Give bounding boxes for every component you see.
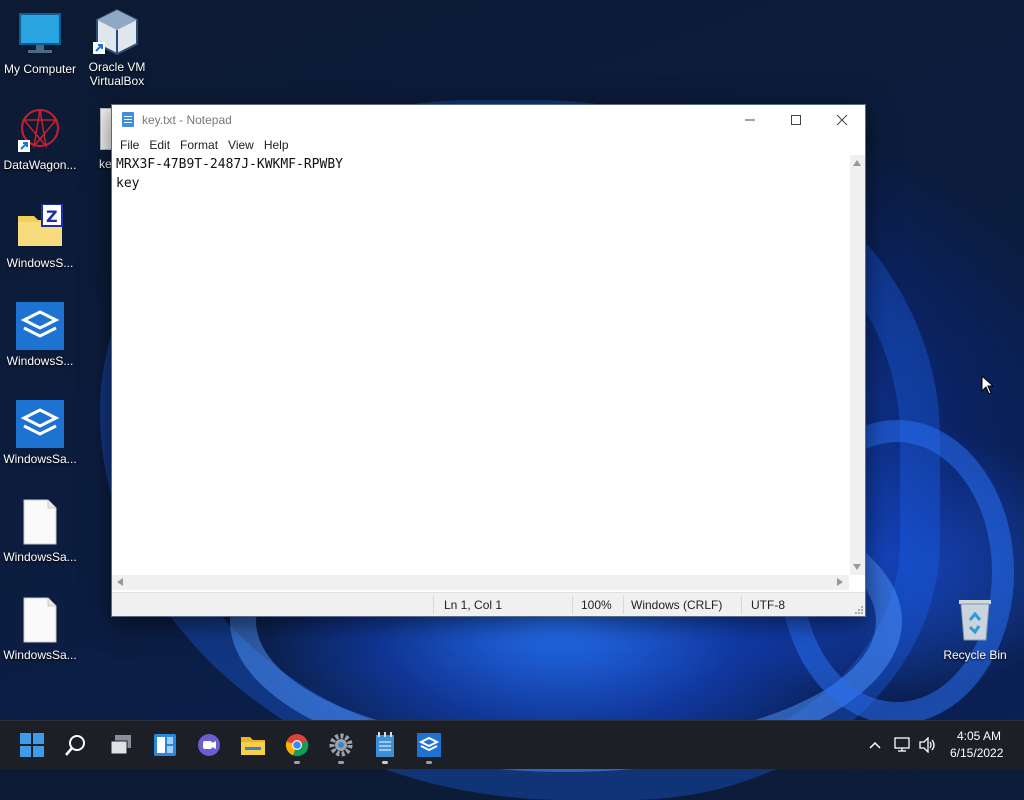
sandbox-taskbar-button[interactable]: [415, 731, 443, 759]
mouse-cursor-icon: [981, 375, 995, 395]
sandbox-icon: [16, 400, 64, 448]
close-button[interactable]: [819, 105, 865, 135]
vertical-scrollbar[interactable]: [850, 155, 865, 575]
file-icon: [16, 498, 64, 546]
scroll-up-icon[interactable]: [853, 160, 861, 166]
desktop-icon-hidden-label: ke: [99, 157, 112, 171]
svg-text:Z: Z: [46, 207, 58, 226]
network-icon[interactable]: [894, 737, 912, 753]
file-explorer-button[interactable]: [239, 731, 267, 759]
running-indicator: [382, 761, 388, 764]
maximize-icon: [791, 115, 801, 125]
desktop-icon-label: WindowsS...: [6, 354, 74, 368]
menu-bar: File Edit Format View Help: [112, 135, 865, 155]
virtualbox-icon: [93, 8, 141, 56]
resize-grip-icon[interactable]: [853, 604, 863, 614]
desktop-icon-label: DataWagon...: [3, 158, 77, 172]
status-divider: [623, 595, 624, 614]
minimize-icon: [745, 119, 755, 121]
desktop-icon-label: Oracle VM VirtualBox: [88, 60, 146, 88]
datawagon-icon: [16, 106, 64, 154]
task-view-button[interactable]: [107, 731, 135, 759]
status-bar: Ln 1, Col 1 100% Windows (CRLF) UTF-8: [112, 592, 865, 616]
desktop-icon-sandbox-2[interactable]: WindowsSa...: [0, 400, 80, 466]
scroll-left-icon[interactable]: [117, 578, 123, 586]
running-indicator: [426, 761, 432, 764]
widgets-button[interactable]: [151, 731, 179, 759]
menu-view[interactable]: View: [224, 138, 258, 152]
status-divider: [433, 595, 434, 614]
chat-icon: [198, 734, 220, 756]
scroll-down-icon[interactable]: [853, 564, 861, 570]
search-icon: [65, 735, 85, 756]
notepad-taskbar-button[interactable]: [371, 731, 399, 759]
search-button[interactable]: [62, 731, 90, 759]
title-bar[interactable]: key.txt - Notepad: [112, 105, 865, 135]
clock-date[interactable]: 6/15/2022: [950, 746, 1003, 760]
horizontal-scrollbar[interactable]: [112, 575, 849, 590]
sandbox-icon: [417, 733, 441, 757]
desktop-icon-my-computer[interactable]: My Computer: [0, 10, 80, 76]
file-explorer-icon: [241, 737, 265, 755]
desktop-icon-label: WindowsSa...: [3, 550, 77, 564]
text-editor[interactable]: MRX3F-47B9T-2487J-KWKMF-RPWBY key: [112, 155, 853, 575]
desktop-icon-datawagon[interactable]: DataWagon...: [0, 106, 80, 172]
minimize-button[interactable]: [727, 105, 773, 135]
file-icon: [16, 596, 64, 644]
notepad-icon: [122, 112, 134, 127]
desktop-icon-label: Recycle Bin: [943, 648, 1007, 662]
clock-time[interactable]: 4:05 AM: [957, 729, 1001, 743]
menu-help[interactable]: Help: [260, 138, 293, 152]
settings-button[interactable]: [327, 731, 355, 759]
start-button[interactable]: [18, 731, 46, 759]
zip-folder-icon: Z: [16, 203, 64, 252]
task-view-icon: [110, 735, 131, 755]
status-zoom: 100%: [581, 598, 612, 612]
text-line: key: [116, 176, 140, 191]
menu-edit[interactable]: Edit: [145, 138, 174, 152]
desktop-icon-zip-folder[interactable]: Z WindowsS...: [0, 203, 80, 270]
recycle-bin-icon: [951, 596, 999, 644]
menu-format[interactable]: Format: [176, 138, 222, 152]
close-icon: [836, 114, 848, 126]
status-divider: [741, 595, 742, 614]
desktop-icon-virtualbox[interactable]: Oracle VM VirtualBox: [77, 8, 157, 88]
widgets-icon: [154, 734, 176, 756]
menu-file[interactable]: File: [116, 138, 143, 152]
running-indicator: [338, 761, 344, 764]
running-indicator: [294, 761, 300, 764]
notepad-window[interactable]: key.txt - Notepad File Edit Format View …: [111, 104, 866, 617]
settings-icon: [329, 733, 353, 757]
notepad-icon: [376, 732, 394, 757]
windows-start-icon: [20, 733, 44, 757]
chevron-up-icon[interactable]: [869, 740, 881, 750]
text-line: MRX3F-47B9T-2487J-KWKMF-RPWBY: [116, 157, 343, 172]
desktop-icon-label: WindowsSa...: [3, 452, 77, 466]
desktop-icon-label: WindowsS...: [6, 256, 74, 270]
window-title: key.txt - Notepad: [142, 113, 232, 127]
computer-icon: [16, 10, 64, 58]
scroll-right-icon[interactable]: [837, 578, 843, 586]
desktop-icon-file-2[interactable]: WindowsSa...: [0, 596, 80, 662]
chat-button[interactable]: [195, 731, 223, 759]
status-line-ending: Windows (CRLF): [631, 598, 723, 612]
chrome-icon: [285, 734, 309, 757]
volume-icon[interactable]: [919, 737, 937, 753]
status-divider: [572, 595, 573, 614]
desktop-icon-file-1[interactable]: WindowsSa...: [0, 498, 80, 564]
desktop-icon-label: WindowsSa...: [3, 648, 77, 662]
chrome-button[interactable]: [283, 731, 311, 759]
desktop-icon-sandbox-1[interactable]: WindowsS...: [0, 302, 80, 368]
sandbox-icon: [16, 302, 64, 350]
maximize-button[interactable]: [773, 105, 819, 135]
desktop-icon-label: My Computer: [3, 62, 77, 76]
taskbar: 4:05 AM 6/15/2022: [0, 720, 1024, 769]
status-encoding: UTF-8: [751, 598, 785, 612]
desktop-icon-recycle-bin[interactable]: Recycle Bin: [935, 596, 1015, 662]
status-cursor-position: Ln 1, Col 1: [444, 598, 503, 612]
